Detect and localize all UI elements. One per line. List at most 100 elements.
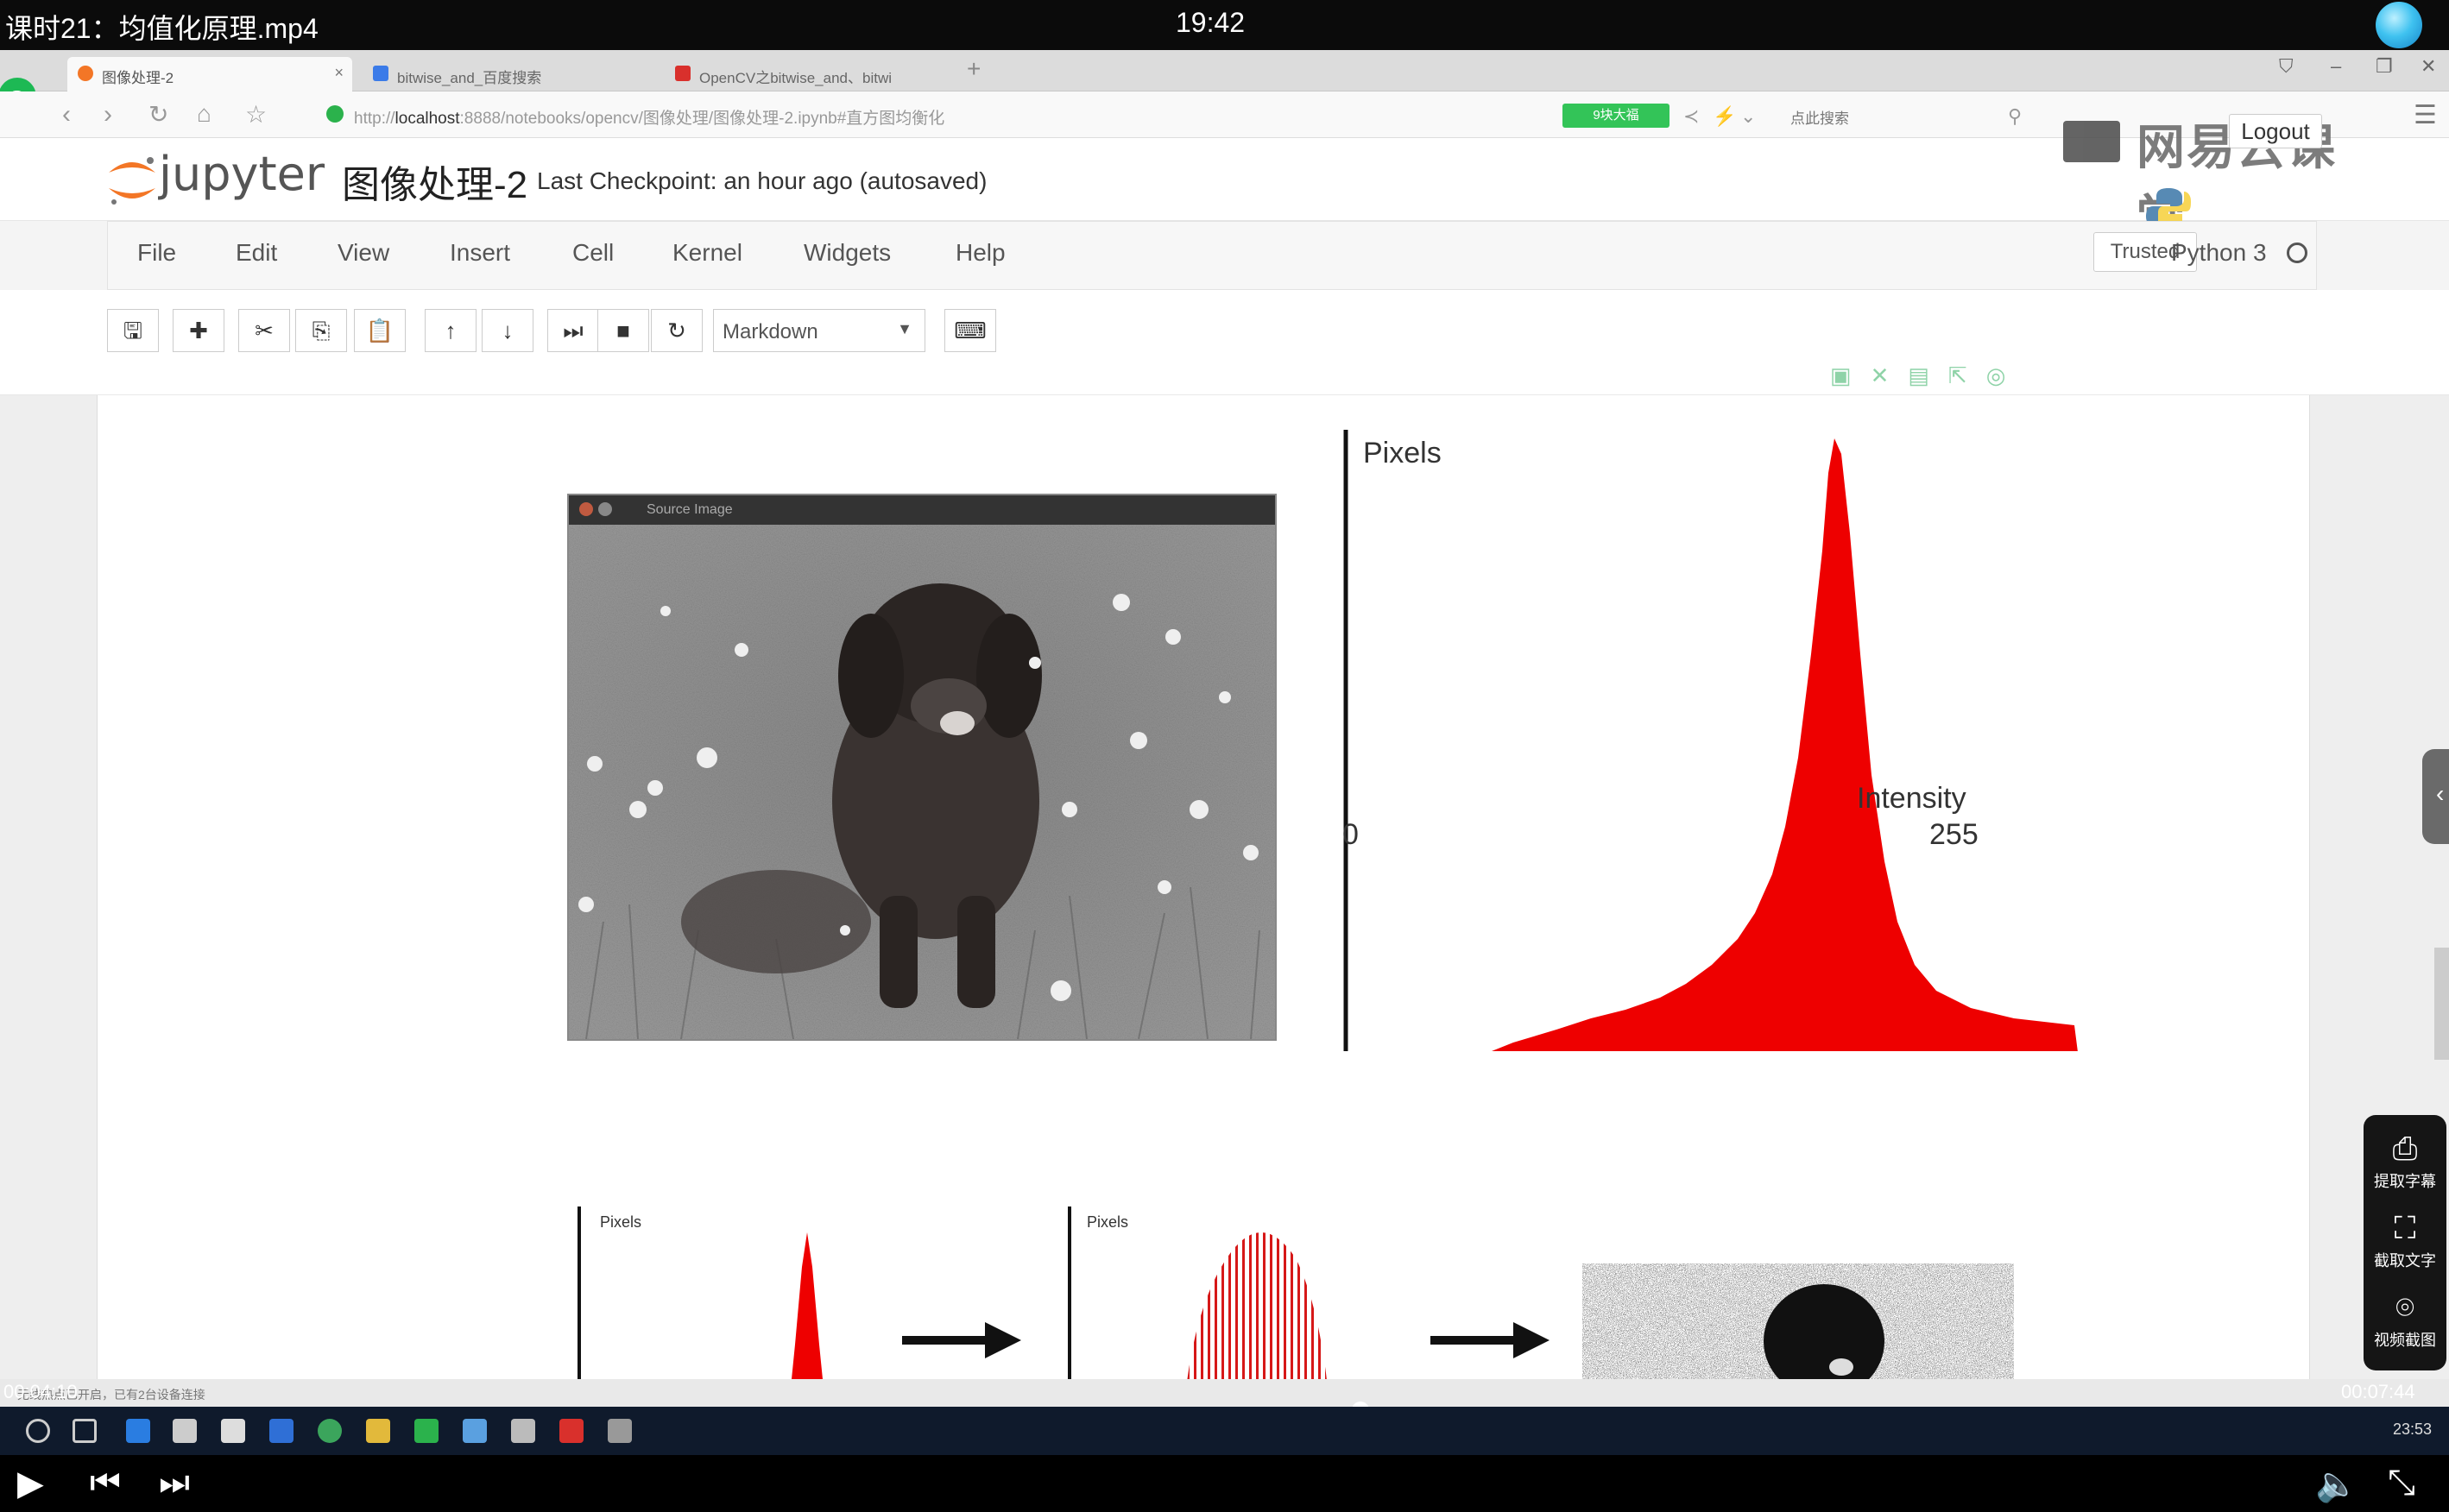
cut-icon[interactable]: ✂ [238, 309, 290, 352]
share-icon[interactable]: ≺ [1683, 105, 1699, 128]
menu-insert[interactable]: Insert [450, 239, 510, 267]
restart-icon[interactable]: ↻ [651, 309, 703, 352]
app2-icon[interactable] [511, 1419, 535, 1443]
checkpoint-status: Last Checkpoint: an hour ago (autosaved) [537, 167, 988, 194]
lightning-icon[interactable]: ⚡ [1713, 105, 1736, 128]
csdn-favicon-icon [675, 66, 691, 81]
promo-pill[interactable]: 9块大福 [1562, 104, 1669, 128]
run-icon[interactable]: ⏭ [547, 309, 599, 352]
page-scrollbar[interactable] [2434, 948, 2449, 1060]
screenshot-label: 视频截图 [2374, 1332, 2436, 1349]
logout-button[interactable]: Logout [2229, 114, 2322, 148]
forward-icon[interactable]: › [104, 100, 112, 129]
histogram-x-max: 255 [1929, 818, 1979, 851]
player-controls: ▶ ⏮ ⏭ 🔈 ⤡ [0, 1455, 2449, 1512]
cortana-icon[interactable] [26, 1419, 50, 1443]
menu-edit[interactable]: Edit [236, 239, 277, 267]
browser-app-icon[interactable] [414, 1419, 439, 1443]
shirt-icon[interactable]: ⛉ [2279, 55, 2294, 78]
keyboard-icon[interactable]: ⌨ [944, 309, 996, 352]
menubar: File Edit View Insert Cell Kernel Widget… [107, 221, 2317, 290]
exit-fullscreen-icon[interactable]: ⤡ [2388, 1464, 2415, 1503]
extension-icons[interactable]: ▣✕▤⇱◎ [1830, 362, 2024, 389]
window-close-icon [579, 502, 593, 516]
tab-baidu[interactable]: bitwise_and_百度搜索 [363, 57, 656, 91]
assistant-bubble-icon[interactable] [2376, 2, 2422, 48]
restore-icon[interactable]: ❐ [2376, 55, 2393, 78]
back-icon[interactable]: ‹ [62, 100, 71, 129]
right-arrow-icon [1430, 1322, 1550, 1358]
extract-text-button[interactable]: ⛶ 截取文字 [2364, 1210, 2446, 1271]
menu-file[interactable]: File [137, 239, 176, 267]
move-up-icon[interactable]: ↑ [425, 309, 477, 352]
histogram-y-label: Pixels [1363, 437, 1442, 469]
tab-label: 图像处理-2 [102, 70, 174, 86]
kernel-status-icon [2287, 243, 2307, 263]
side-panel-toggle[interactable]: ‹ [2422, 749, 2449, 844]
app4-icon[interactable] [608, 1419, 632, 1443]
menu-icon[interactable]: ☰ [2414, 100, 2437, 130]
monitor-icon[interactable] [463, 1419, 487, 1443]
tray-time: 23:53 [2393, 1421, 2433, 1438]
paste-icon[interactable]: 📋 [354, 309, 406, 352]
close-icon[interactable]: × [334, 64, 344, 82]
narrow-histogram [578, 1206, 826, 1407]
new-tab-icon[interactable]: + [967, 55, 981, 83]
url-host: localhost [394, 110, 460, 128]
star-icon[interactable]: ☆ [245, 100, 267, 129]
previous-icon[interactable]: ⏮ [90, 1464, 121, 1503]
menu-cell[interactable]: Cell [572, 239, 614, 267]
histogram-x-min: 0 [1342, 818, 1359, 851]
home-icon[interactable]: ⌂ [197, 100, 211, 128]
menu-help[interactable]: Help [956, 239, 1006, 267]
histogram-area [1492, 438, 2078, 1051]
save-icon[interactable]: 🖫 [107, 309, 159, 352]
tab-notebook[interactable]: 图像处理-2 × [67, 57, 352, 91]
watermark: 网易云课堂 [2055, 102, 2383, 246]
baidu-favicon-icon [373, 66, 388, 81]
source-image-window: Source Image [567, 494, 1277, 1041]
next-icon[interactable]: ⏭ [159, 1464, 190, 1503]
extract-subtitle-label: 提取字幕 [2374, 1173, 2436, 1190]
windows-taskbar: 23:53 [0, 1407, 2449, 1455]
quick-tools-panel: ⎙ 提取字幕 ⛶ 截取文字 ⌾ 视频截图 [2364, 1115, 2446, 1370]
menu-view[interactable]: View [338, 239, 389, 267]
jupyter-logo-icon[interactable] [102, 150, 162, 211]
video-progress[interactable]: 00:04:10 00:07:44 [0, 1381, 2449, 1419]
jupyter-favicon-icon [78, 66, 93, 81]
histogram-chart [1343, 430, 2078, 1051]
volume-icon[interactable]: 🔈 [2315, 1464, 2358, 1504]
store-icon[interactable] [173, 1419, 197, 1443]
recorded-screen: e 图像处理-2 × bitwise_and_百度搜索 OpenCV之bitwi… [0, 50, 2449, 1407]
menu-widgets[interactable]: Widgets [804, 239, 891, 267]
copy-icon[interactable]: ⎘ [295, 309, 347, 352]
kernel-name[interactable]: Python 3 [2171, 239, 2267, 267]
search-input[interactable]: 点此搜索 [1778, 100, 2037, 129]
app-icon[interactable] [269, 1419, 294, 1443]
menu-kernel[interactable]: Kernel [672, 239, 742, 267]
app3-icon[interactable] [559, 1419, 584, 1443]
ie-icon[interactable] [126, 1419, 150, 1443]
notebook-title[interactable]: 图像处理-2 [342, 154, 527, 209]
jupyter-wordmark[interactable]: jupyter [159, 147, 325, 201]
chrome-icon[interactable] [318, 1419, 342, 1443]
folder-icon[interactable] [366, 1419, 390, 1443]
close-window-icon[interactable]: ✕ [2421, 55, 2436, 78]
move-down-icon[interactable]: ↓ [482, 309, 533, 352]
camera-icon: ⌾ [2395, 1289, 2414, 1325]
minimize-icon[interactable]: – [2331, 55, 2341, 78]
reload-icon[interactable]: ↻ [148, 100, 168, 129]
chevron-down-icon[interactable]: ⌄ [1740, 105, 1756, 128]
histogram-x-label: Intensity [1857, 782, 1966, 815]
task-view-icon[interactable] [73, 1419, 97, 1443]
search-icon[interactable]: ⚲ [2008, 105, 2022, 128]
tab-csdn[interactable]: OpenCV之bitwise_and、bitwi [665, 57, 941, 91]
add-cell-icon[interactable]: ✚ [173, 309, 224, 352]
tab-label: bitwise_and_百度搜索 [397, 70, 542, 86]
mail-icon[interactable] [221, 1419, 245, 1443]
extract-subtitle-button[interactable]: ⎙ 提取字幕 [2364, 1131, 2446, 1192]
stop-icon[interactable]: ■ [597, 309, 649, 352]
play-icon[interactable]: ▶ [17, 1464, 44, 1503]
cell-type-select[interactable]: Markdown ▼ [713, 309, 925, 352]
screenshot-button[interactable]: ⌾ 视频截图 [2364, 1289, 2446, 1351]
